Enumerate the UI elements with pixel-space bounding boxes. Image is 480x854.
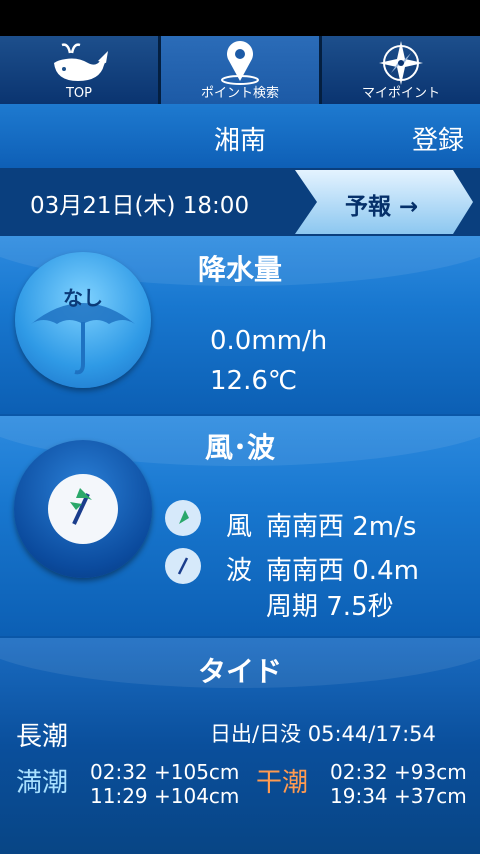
wind-value: 南南西 2m/s [266, 512, 417, 542]
status-bar [0, 0, 480, 36]
map-pin-icon [221, 41, 259, 85]
wave-label: 波 [226, 556, 253, 586]
precipitation-section: 降水量 なし 0.0mm/h 12.6℃ [0, 236, 480, 414]
tab-my-point-label: マイポイント [361, 86, 440, 101]
high-tide-label: 満潮 [16, 768, 69, 798]
forecast-datetime: 03月21日(木) 18:00 [30, 193, 250, 219]
tab-my-point[interactable]: マイポイント [322, 36, 480, 104]
compass-icon [379, 41, 423, 85]
wave-value: 南南西 0.4m [266, 556, 419, 586]
umbrella-badge: なし [15, 252, 151, 388]
temperature-value: 12.6℃ [210, 366, 298, 396]
rain-badge-label: なし [63, 286, 103, 310]
low-tide-2: 19:34 +37cm [330, 784, 467, 808]
tab-top-label: TOP [65, 86, 92, 101]
location-title: 湘南 [213, 126, 266, 156]
precipitation-value: 0.0mm/h [210, 326, 328, 356]
wind-direction-face [48, 474, 118, 544]
forecast-button[interactable]: 予報 → [295, 170, 475, 234]
umbrella-icon [31, 303, 135, 375]
tide-type: 長潮 [16, 722, 69, 752]
forecast-label: 予報 → [345, 194, 419, 220]
tab-point-search[interactable]: ポイント検索 [161, 36, 322, 104]
whale-icon [54, 43, 108, 81]
wind-small-icon [165, 500, 201, 536]
wind-label: 風 [226, 512, 253, 542]
low-tide-1: 02:32 +93cm [330, 760, 467, 784]
location-header: 湘南 登録 [0, 104, 480, 168]
tab-top[interactable]: TOP [0, 36, 161, 104]
register-button[interactable]: 登録 [412, 120, 464, 157]
wave-small-icon [165, 548, 201, 584]
sunrise-sunset: 日出/日没 05:44/17:54 [210, 722, 436, 746]
wind-arrow-icon [70, 488, 92, 525]
tab-point-search-label: ポイント検索 [200, 86, 279, 101]
tide-title: タイド [197, 655, 282, 688]
wind-wave-section: 風･波 風 南南西 2m/s 波 南南西 0.4m 周期 7.5秒 [0, 416, 480, 636]
wind-compass-dial [14, 440, 152, 578]
high-tide-2: 11:29 +104cm [90, 784, 240, 808]
date-bar: 03月21日(木) 18:00 予報 → [0, 168, 480, 236]
tab-bar: TOP ポイント検索 マイポイント [0, 36, 480, 104]
tide-section: タイド 長潮 日出/日没 05:44/17:54 満潮 02:32 +105cm… [0, 638, 480, 854]
low-tide-label: 干潮 [256, 768, 309, 798]
wave-period: 周期 7.5秒 [266, 592, 394, 622]
high-tide-1: 02:32 +105cm [90, 760, 240, 784]
